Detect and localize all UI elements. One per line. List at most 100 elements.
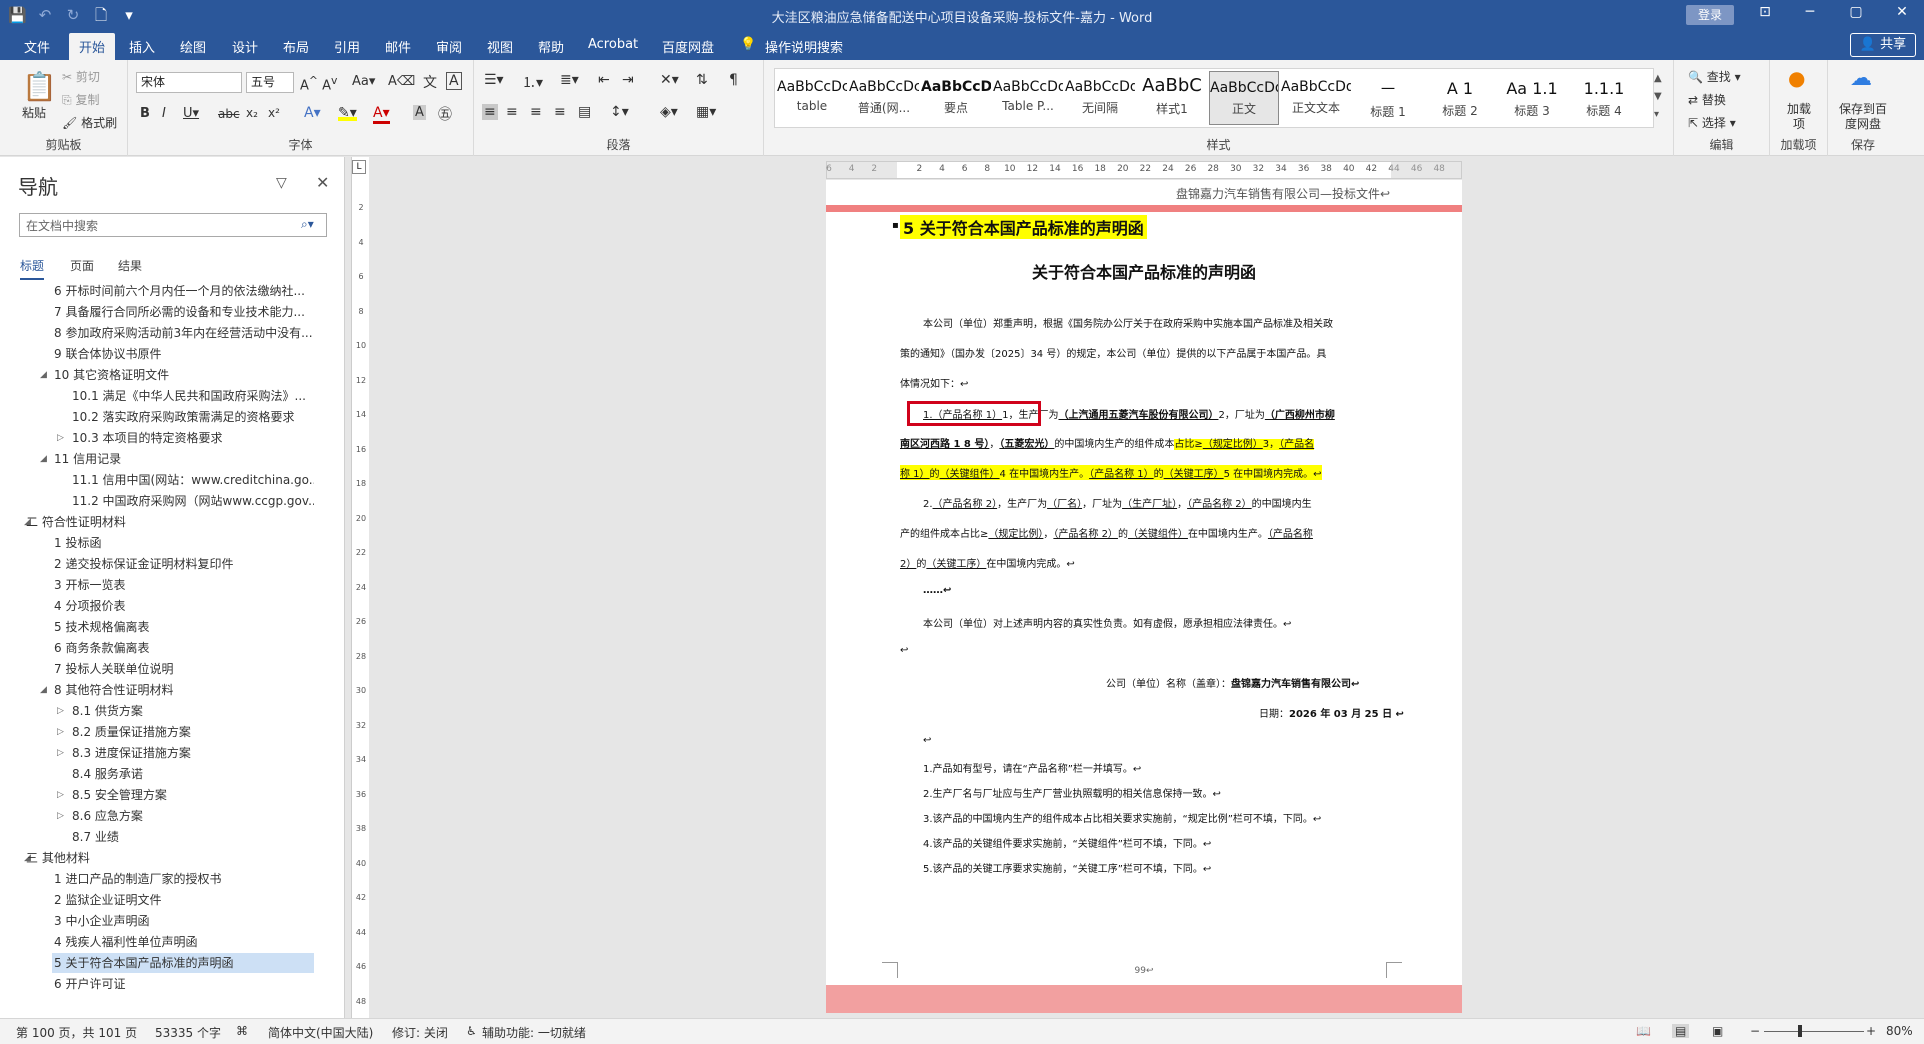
character-border-icon[interactable]: A — [446, 72, 462, 90]
clear-formatting-icon[interactable]: A⌫ — [388, 74, 415, 89]
subscript-button[interactable]: x₂ — [246, 106, 258, 120]
baidu-cloud-icon[interactable]: ☁ — [1850, 66, 1872, 91]
expand-arrow-icon[interactable]: ▷ — [57, 811, 67, 821]
nav-heading-item[interactable]: 4 残疾人福利性单位声明函 — [52, 932, 314, 952]
style-normal-web[interactable]: AaBbCcDc 普通(网... — [849, 71, 919, 125]
zoom-slider[interactable] — [1764, 1031, 1864, 1032]
styles-scroll-icon[interactable]: ▲ ▼ ▾ — [1654, 70, 1662, 124]
justify-icon[interactable]: ≡ — [554, 104, 566, 120]
tab-help[interactable]: 帮助 — [538, 37, 564, 56]
align-left-icon[interactable]: ≡ — [482, 104, 498, 120]
nav-heading-item[interactable]: 11 信用记录 — [52, 449, 314, 469]
underline-button[interactable]: U▾ — [183, 106, 199, 121]
format-painter-button[interactable]: 🖌 格式刷 — [62, 114, 117, 131]
language-status[interactable]: 简体中文(中国大陆) — [268, 1024, 373, 1041]
strikethrough-button[interactable]: abc — [218, 107, 240, 121]
tell-me-search[interactable]: 操作说明搜索 — [765, 37, 843, 56]
character-shading-icon[interactable]: A — [413, 105, 426, 120]
line-spacing-icon[interactable]: ↕▾ — [610, 104, 629, 120]
increase-indent-icon[interactable]: ⇥ — [622, 72, 634, 88]
grow-font-icon[interactable]: A^ Av — [300, 74, 337, 93]
nav-heading-item[interactable]: 10.3 本项目的特定资格要求 — [70, 428, 314, 448]
copy-button[interactable]: ⎘ 复制 — [62, 91, 99, 108]
style-table-paragraph[interactable]: AaBbCcDdITable P... — [993, 71, 1063, 125]
nav-heading-item[interactable]: 7 投标人关联单位说明 — [52, 659, 314, 679]
style-heading-2[interactable]: A 1 标题 2 — [1425, 71, 1495, 125]
track-changes-status[interactable]: 修订: 关闭 — [392, 1024, 448, 1041]
collapse-arrow-icon[interactable]: ◢ — [40, 454, 50, 464]
zoom-slider-thumb[interactable] — [1798, 1025, 1802, 1037]
phonetic-guide-icon[interactable]: 文 — [423, 72, 437, 92]
nav-heading-item[interactable]: 8.3 进度保证措施方案 — [70, 743, 314, 763]
distributed-icon[interactable]: ▤ — [578, 104, 591, 120]
expand-arrow-icon[interactable]: ▷ — [57, 727, 67, 737]
tab-insert[interactable]: 插入 — [129, 37, 155, 56]
nav-tab-pages[interactable]: 页面 — [70, 257, 94, 274]
chinese-layout-icon[interactable]: ✕▾ — [660, 72, 679, 88]
nav-heading-item[interactable]: 三 其他材料 — [24, 848, 314, 868]
tab-layout[interactable]: 布局 — [283, 37, 309, 56]
style-style1[interactable]: AaBbC 样式1 — [1137, 71, 1207, 125]
nav-heading-item[interactable]: 10.2 落实政府采购政策需满足的资格要求 — [70, 407, 314, 427]
bold-button[interactable]: B — [140, 106, 150, 121]
multilevel-list-icon[interactable]: ≣▾ — [560, 72, 579, 88]
tab-references[interactable]: 引用 — [334, 37, 360, 56]
nav-heading-item[interactable]: 6 开户许可证 — [52, 974, 314, 994]
font-name-combo[interactable]: 宋体 — [136, 72, 242, 93]
nav-heading-item[interactable]: 8.4 服务承诺 — [70, 764, 314, 784]
nav-heading-item[interactable]: 9 联合体协议书原件 — [52, 344, 314, 364]
nav-heading-item[interactable]: 8.2 质量保证措施方案 — [70, 722, 314, 742]
nav-heading-item[interactable]: 2 递交投标保证金证明材料复印件 — [52, 554, 314, 574]
nav-heading-item[interactable]: 7 具备履行合同所必需的设备和专业技术能力... — [52, 302, 314, 322]
tab-file[interactable]: 文件 — [24, 37, 50, 56]
borders-icon[interactable]: ▦▾ — [696, 104, 716, 120]
superscript-button[interactable]: x² — [268, 106, 280, 120]
collapse-arrow-icon[interactable]: ◢ — [40, 370, 50, 380]
style-no-spacing[interactable]: AaBbCcDdI无间隔 — [1065, 71, 1135, 125]
find-button[interactable]: 🔍 查找 ▾ — [1688, 68, 1741, 85]
tab-home[interactable]: 开始 — [69, 33, 116, 60]
nav-heading-item[interactable]: 2 监狱企业证明文件 — [52, 890, 314, 910]
enclose-characters-icon[interactable]: ㊄ — [438, 104, 452, 124]
word-count[interactable]: 53335 个字 — [155, 1024, 221, 1041]
minimize-button[interactable]: ─ — [1800, 4, 1820, 20]
ribbon-display-options-icon[interactable]: ⊡ — [1755, 4, 1775, 20]
tab-mailings[interactable]: 邮件 — [385, 37, 411, 56]
expand-arrow-icon[interactable]: ▷ — [57, 433, 67, 443]
style-table[interactable]: AaBbCcDc table — [777, 71, 847, 125]
align-right-icon[interactable]: ≡ — [530, 104, 542, 120]
search-icon[interactable]: ⌕▾ — [301, 217, 314, 232]
numbering-icon[interactable]: ⒈▾ — [522, 72, 543, 92]
paste-button[interactable]: 粘贴 — [22, 104, 46, 121]
style-heading-1[interactable]: 一标题 1 — [1353, 71, 1423, 125]
shading-icon[interactable]: ◈▾ — [660, 104, 678, 120]
close-icon[interactable]: ✕ — [316, 173, 329, 192]
nav-heading-item[interactable]: 6 开标时间前六个月内任一个月的依法缴纳社... — [52, 281, 314, 301]
save-to-baidu-button[interactable]: 保存到百度网盘 — [1834, 102, 1892, 132]
nav-heading-item[interactable]: 5 技术规格偏离表 — [52, 617, 314, 637]
nav-heading-item[interactable]: 8.1 供货方案 — [70, 701, 314, 721]
collapse-arrow-icon[interactable]: ◢ — [40, 685, 50, 695]
accessibility-status[interactable]: 辅助功能: 一切就绪 — [482, 1024, 586, 1041]
style-heading-4[interactable]: 1.1.1 标题 4 — [1569, 71, 1639, 125]
tab-review[interactable]: 审阅 — [436, 37, 462, 56]
highlight-color-icon[interactable]: ✎▾ — [338, 105, 357, 121]
tab-acrobat[interactable]: Acrobat — [588, 37, 638, 52]
nav-heading-item[interactable]: 4 分项报价表 — [52, 596, 314, 616]
nav-heading-item[interactable]: 10 其它资格证明文件 — [52, 365, 314, 385]
font-size-combo[interactable]: 五号 — [246, 72, 294, 93]
nav-heading-item[interactable]: 1 进口产品的制造厂家的授权书 — [52, 869, 314, 889]
nav-heading-item[interactable]: 8.7 业绩 — [70, 827, 314, 847]
proofing-icon[interactable]: ⌘ — [236, 1024, 248, 1038]
tab-selector[interactable]: L — [352, 160, 366, 174]
cut-button[interactable]: ✂ 剪切 — [62, 68, 100, 85]
style-body-text[interactable]: AaBbCcDdI正文文本 — [1281, 71, 1351, 125]
nav-heading-item[interactable]: 5 关于符合本国产品标准的声明函 — [52, 953, 314, 973]
expand-arrow-icon[interactable]: ▷ — [57, 748, 67, 758]
nav-heading-item[interactable]: 8.6 应急方案 — [70, 806, 314, 826]
expand-arrow-icon[interactable]: ▷ — [57, 790, 67, 800]
vertical-scrollbar[interactable] — [1904, 157, 1924, 1018]
tab-draw[interactable]: 绘图 — [180, 37, 206, 56]
nav-heading-item[interactable]: 8 参加政府采购活动前3年内在经营活动中没有... — [52, 323, 314, 343]
bullets-icon[interactable]: ☰▾ — [484, 72, 504, 88]
